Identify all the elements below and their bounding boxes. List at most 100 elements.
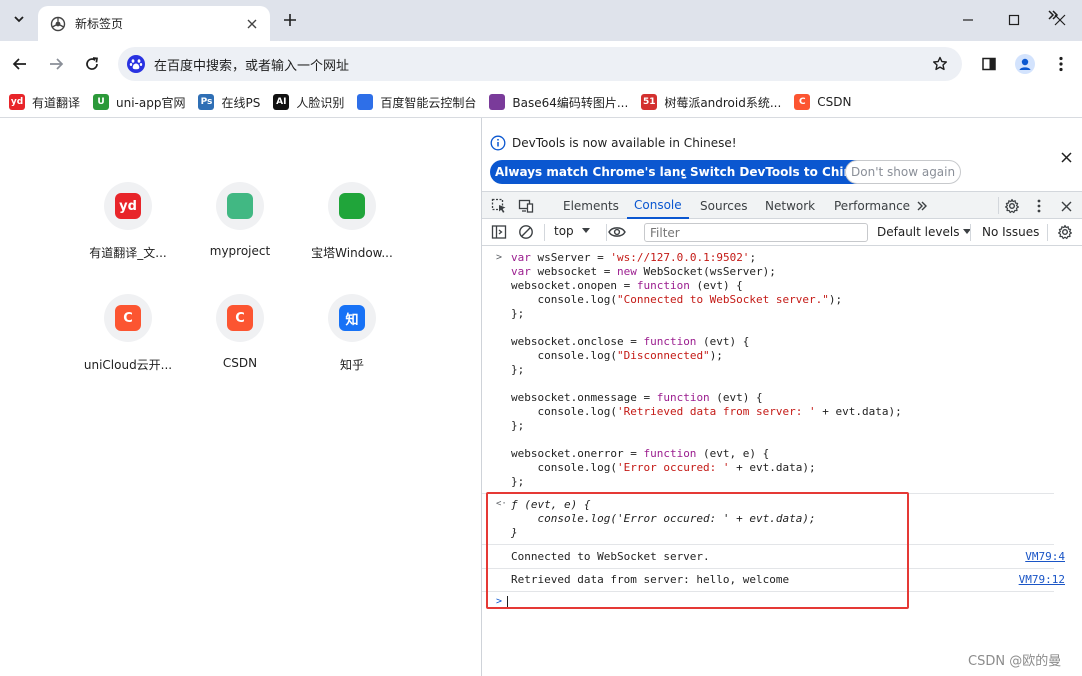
toolbar-separator — [544, 224, 545, 241]
settings-gear-icon[interactable] — [1003, 197, 1021, 215]
bookmark-favicon-icon: AI — [273, 94, 290, 110]
new-tab-button[interactable] — [279, 9, 301, 31]
tab-close-icon[interactable] — [244, 16, 260, 32]
shortcut-tile[interactable]: C CSDN — [184, 294, 296, 404]
code-line: console.log("Disconnected"); — [511, 349, 723, 362]
bookmarks-bar: yd 有道翻译 Uuni-app官网 Ps 在线PS AI 人脸识别 百度智能云控制台 Base… — [0, 87, 1082, 117]
log-levels-dropdown[interactable]: Default levels — [877, 225, 972, 239]
shortcut-icon-circle: 知 — [328, 294, 376, 342]
toolbar-separator — [1047, 224, 1048, 241]
result-line: ƒ (evt, e) { — [511, 498, 591, 511]
plus-icon — [284, 14, 296, 26]
reload-button[interactable] — [78, 50, 106, 78]
maximize-icon — [1008, 14, 1020, 26]
browser-tab[interactable]: 新标签页 — [38, 6, 270, 41]
inspect-element-icon[interactable] — [490, 197, 508, 215]
profile-button[interactable] — [1011, 50, 1039, 78]
more-vertical-icon — [1059, 56, 1063, 72]
more-tabs-icon[interactable] — [913, 197, 931, 215]
shortcut-label: 知乎 — [339, 358, 364, 372]
back-button[interactable] — [6, 50, 34, 78]
bookmarks-overflow-icon[interactable] — [1044, 6, 1062, 24]
clear-console-icon[interactable] — [517, 223, 535, 241]
issues-counter[interactable]: No Issues — [982, 225, 1039, 239]
context-label: top — [554, 224, 574, 238]
toolbar-separator — [970, 224, 971, 241]
shortcut-tile[interactable]: CuniCloud云开... — [72, 294, 184, 404]
tab-performance[interactable]: Performance — [834, 192, 910, 219]
bookmark-favicon-icon — [357, 94, 374, 110]
shortcut-favicon-icon: C — [227, 305, 253, 331]
sidebar-toggle-icon[interactable] — [490, 223, 508, 241]
infobar-close-icon[interactable] — [1058, 149, 1074, 165]
code-line: console.log('Retrieved data from server:… — [511, 405, 902, 418]
console-filter-input[interactable] — [644, 223, 868, 242]
tab-console[interactable]: Console — [627, 192, 689, 219]
log-source-link[interactable]: VM79:4 — [1025, 550, 1065, 563]
chrome-menu-button[interactable] — [1047, 50, 1075, 78]
shortcut-label: uniCloud云开... — [83, 358, 173, 372]
address-bar[interactable]: 在百度中搜索，或者输入一个网址 — [118, 47, 962, 81]
console-output[interactable]: > var wsServer = 'ws://127.0.0.1:9502'; v… — [482, 246, 1082, 676]
address-bar-placeholder: 在百度中搜索，或者输入一个网址 — [154, 58, 350, 74]
shortcut-label: 有道翻译_文... — [89, 246, 167, 260]
shortcut-tile[interactable]: 知知乎 — [296, 294, 408, 404]
bookmark-favicon-icon: 51 — [641, 94, 658, 110]
console-separator — [482, 591, 1054, 592]
bookmark-favicon-icon: Ps — [198, 94, 215, 110]
bookmark-item[interactable]: C CSDN — [794, 90, 858, 114]
avatar-icon — [1015, 54, 1035, 74]
tab-network[interactable]: Network — [765, 192, 815, 219]
forward-button[interactable] — [42, 50, 70, 78]
log-source-link[interactable]: VM79:12 — [1019, 573, 1065, 586]
tab-search-button[interactable] — [8, 8, 30, 30]
shortcut-tile[interactable]: myproject — [184, 182, 296, 292]
minimize-button[interactable] — [945, 0, 991, 40]
shortcut-label: 宝塔Window... — [311, 246, 393, 260]
bookmark-item[interactable]: 51 树莓派android系统... — [641, 90, 788, 114]
shortcut-icon-circle — [328, 182, 376, 230]
bookmark-item[interactable]: AI 人脸识别 — [273, 90, 351, 114]
bookmark-label: 树莓派android系统... — [664, 95, 782, 110]
code-line: websocket.onerror = function (evt, e) { — [511, 447, 770, 460]
baidu-paw-icon — [126, 54, 146, 74]
live-expression-eye-icon[interactable] — [608, 223, 626, 241]
log-message: Retrieved data from server: hello, welco… — [511, 573, 790, 586]
console-caret[interactable] — [507, 596, 508, 609]
shortcut-icon-circle: yd — [104, 182, 152, 230]
arrow-right-icon — [50, 58, 64, 70]
bookmark-favicon-icon: C — [794, 94, 811, 110]
maximize-button[interactable] — [991, 0, 1037, 40]
arrow-left-icon — [12, 58, 26, 70]
bookmark-favicon-icon: U — [93, 94, 110, 110]
shortcut-tile[interactable]: 宝塔Window... — [296, 182, 408, 292]
device-toolbar-icon[interactable] — [517, 197, 535, 215]
chevron-down-icon — [14, 16, 24, 23]
console-settings-gear-icon[interactable] — [1056, 223, 1074, 241]
bookmark-star-icon[interactable] — [930, 54, 950, 74]
tab-strip: 新标签页 — [0, 0, 1082, 41]
dont-show-again-button[interactable]: Don't show again — [845, 160, 962, 184]
shortcut-icon-circle — [216, 182, 264, 230]
result-line: console.log('Error occured: ' + evt.data… — [511, 512, 816, 525]
shortcut-favicon-icon — [339, 193, 365, 219]
side-panel-button[interactable] — [975, 50, 1003, 78]
devtools-menu-icon[interactable] — [1030, 197, 1048, 215]
devtools-close-icon[interactable] — [1057, 197, 1075, 215]
bookmark-item[interactable]: 百度智能云控制台 — [357, 90, 483, 114]
bookmark-item[interactable]: Uuni-app官网 — [93, 90, 192, 114]
tab-elements[interactable]: Elements — [563, 192, 619, 219]
context-selector[interactable]: top — [554, 224, 590, 238]
shortcut-tile[interactable]: yd 有道翻译_文... — [72, 182, 184, 292]
new-tab-page: yd 有道翻译_文... myproject 宝塔Window... CuniCloud… — [0, 118, 481, 676]
infobar-message: DevTools is now available in Chinese! — [512, 136, 737, 150]
dropdown-arrow-icon — [581, 228, 590, 233]
shortcut-favicon-icon: 知 — [339, 305, 365, 331]
bookmark-item[interactable]: yd 有道翻译 — [9, 90, 87, 114]
csdn-watermark: CSDN @欧的曼 — [968, 654, 1062, 669]
tab-sources[interactable]: Sources — [700, 192, 747, 219]
bookmark-item[interactable]: Ps 在线PS — [198, 90, 267, 114]
tab-title: 新标签页 — [75, 17, 124, 31]
bookmark-item[interactable]: Base64编码转图片... — [489, 90, 635, 114]
bookmark-label: 人脸识别 — [296, 95, 345, 110]
